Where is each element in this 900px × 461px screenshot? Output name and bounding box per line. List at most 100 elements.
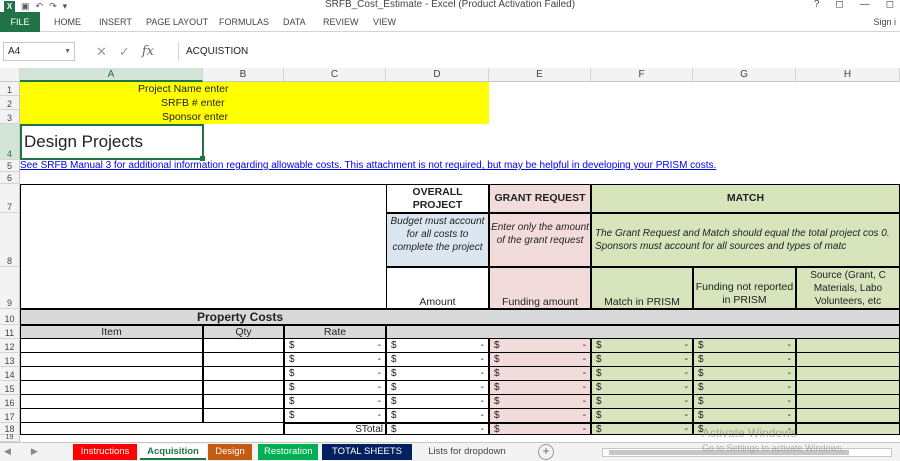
- amount-cell[interactable]: $ -: [591, 409, 693, 423]
- input-cell[interactable]: [20, 381, 203, 395]
- amount-cell[interactable]: $ -: [489, 339, 591, 353]
- amount-cell[interactable]: $ -: [591, 395, 693, 409]
- row-header[interactable]: 11: [0, 325, 20, 339]
- amount-cell[interactable]: [796, 409, 900, 423]
- help-icon[interactable]: ?: [814, 0, 820, 10]
- tab-formulas[interactable]: FORMULAS: [219, 12, 269, 32]
- enter-icon[interactable]: ✓: [119, 44, 130, 60]
- rate-cell[interactable]: $ -: [284, 353, 386, 367]
- row-header[interactable]: 19: [0, 434, 20, 442]
- formula-input[interactable]: ACQUISTION: [178, 42, 900, 61]
- amount-cell[interactable]: $ -: [591, 367, 693, 381]
- rate-cell[interactable]: $ -: [284, 367, 386, 381]
- amount-cell[interactable]: $ -: [693, 395, 796, 409]
- amount-cell[interactable]: $ -: [693, 381, 796, 395]
- column-header-h[interactable]: H: [796, 68, 900, 82]
- row-header[interactable]: 7: [0, 184, 20, 213]
- tab-home[interactable]: HOME: [54, 12, 81, 32]
- amount-cell[interactable]: $ -: [693, 339, 796, 353]
- row-header[interactable]: 3: [0, 110, 20, 124]
- row-header[interactable]: 12: [0, 339, 20, 353]
- amount-cell[interactable]: $ -: [489, 381, 591, 395]
- row-header[interactable]: 17: [0, 409, 20, 423]
- input-cell[interactable]: [203, 381, 284, 395]
- column-header-c[interactable]: C: [284, 68, 386, 82]
- amount-cell[interactable]: $ -: [489, 353, 591, 367]
- amount-cell[interactable]: $ -: [386, 353, 489, 367]
- column-header-d[interactable]: D: [386, 68, 489, 82]
- sheet-tab-acquisition[interactable]: Acquisition: [140, 444, 206, 460]
- amount-cell[interactable]: [796, 367, 900, 381]
- rate-cell[interactable]: $ -: [284, 409, 386, 423]
- input-cell[interactable]: [203, 395, 284, 409]
- rate-cell[interactable]: $ -: [284, 339, 386, 353]
- row-header[interactable]: 13: [0, 353, 20, 367]
- tab-insert[interactable]: INSERT: [99, 12, 132, 32]
- minimize-icon[interactable]: —: [860, 0, 870, 10]
- sheet-tab-restoration[interactable]: Restoration: [258, 444, 318, 460]
- column-header-g[interactable]: G: [693, 68, 796, 82]
- amount-cell[interactable]: $ -: [386, 381, 489, 395]
- row-header[interactable]: 15: [0, 381, 20, 395]
- select-all-corner[interactable]: [0, 68, 20, 82]
- row-header[interactable]: 10: [0, 309, 20, 325]
- next-sheet-icon[interactable]: ▶: [31, 446, 38, 457]
- row-header[interactable]: 2: [0, 96, 20, 110]
- name-box[interactable]: A4 ▼: [3, 42, 75, 61]
- column-header-f[interactable]: F: [591, 68, 693, 82]
- srfb-number-field[interactable]: SRFB # enter: [20, 96, 489, 110]
- column-header-e[interactable]: E: [489, 68, 591, 82]
- cancel-icon[interactable]: ✕: [96, 44, 107, 60]
- row-header[interactable]: 4: [0, 124, 20, 160]
- row-header[interactable]: 6: [0, 172, 20, 184]
- column-header-a[interactable]: A: [20, 68, 203, 82]
- add-sheet-icon[interactable]: +: [538, 444, 554, 460]
- amount-cell[interactable]: [796, 381, 900, 395]
- amount-cell[interactable]: $ -: [693, 353, 796, 367]
- tab-data[interactable]: DATA: [283, 12, 306, 32]
- amount-cell[interactable]: [796, 353, 900, 367]
- amount-cell[interactable]: $ -: [693, 367, 796, 381]
- insert-function-icon[interactable]: fx: [142, 44, 154, 59]
- amount-cell[interactable]: $ -: [386, 339, 489, 353]
- tab-review[interactable]: REVIEW: [323, 12, 359, 32]
- input-cell[interactable]: [203, 367, 284, 381]
- row-header[interactable]: 9: [0, 267, 20, 309]
- chevron-down-icon[interactable]: ▼: [64, 43, 71, 60]
- prev-sheet-icon[interactable]: ◀: [4, 446, 11, 457]
- input-cell[interactable]: [20, 353, 203, 367]
- amount-cell[interactable]: [796, 395, 900, 409]
- sign-in-link[interactable]: Sign i: [873, 12, 896, 32]
- amount-cell[interactable]: $ -: [386, 395, 489, 409]
- project-name-field[interactable]: Project Name enter: [20, 82, 489, 96]
- input-cell[interactable]: [20, 339, 203, 353]
- input-cell[interactable]: [20, 395, 203, 409]
- amount-cell[interactable]: $ -: [489, 395, 591, 409]
- column-header-b[interactable]: B: [203, 68, 284, 82]
- row-header[interactable]: 8: [0, 213, 20, 267]
- ribbon-display-icon[interactable]: ◻: [835, 0, 843, 10]
- amount-cell[interactable]: $ -: [591, 339, 693, 353]
- sheet-tab-total-sheets[interactable]: TOTAL SHEETS 1-3: [322, 444, 412, 460]
- sheet-tab-design[interactable]: Design: [208, 444, 252, 460]
- tab-page-layout[interactable]: PAGE LAYOUT: [146, 12, 208, 32]
- row-header[interactable]: 14: [0, 367, 20, 381]
- row-header[interactable]: 1: [0, 82, 20, 96]
- amount-cell[interactable]: $ -: [386, 367, 489, 381]
- input-cell[interactable]: [20, 367, 203, 381]
- amount-cell[interactable]: $ -: [693, 409, 796, 423]
- sponsor-field[interactable]: Sponsor enter: [20, 110, 489, 124]
- tab-view[interactable]: VIEW: [373, 12, 396, 32]
- input-cell[interactable]: [203, 409, 284, 423]
- sheet-tab-lists-dropdown[interactable]: Lists for dropdown: [420, 444, 514, 460]
- input-cell[interactable]: [203, 353, 284, 367]
- tab-file[interactable]: FILE: [0, 12, 40, 32]
- srfb-manual-link[interactable]: See SRFB Manual 3 for additional informa…: [20, 160, 716, 171]
- restore-icon[interactable]: ◻: [886, 0, 894, 10]
- amount-cell[interactable]: $ -: [386, 409, 489, 423]
- amount-cell[interactable]: [796, 339, 900, 353]
- row-header[interactable]: 5: [0, 160, 20, 172]
- rate-cell[interactable]: $ -: [284, 395, 386, 409]
- amount-cell[interactable]: $ -: [489, 367, 591, 381]
- page-title[interactable]: Design Projects: [20, 124, 204, 160]
